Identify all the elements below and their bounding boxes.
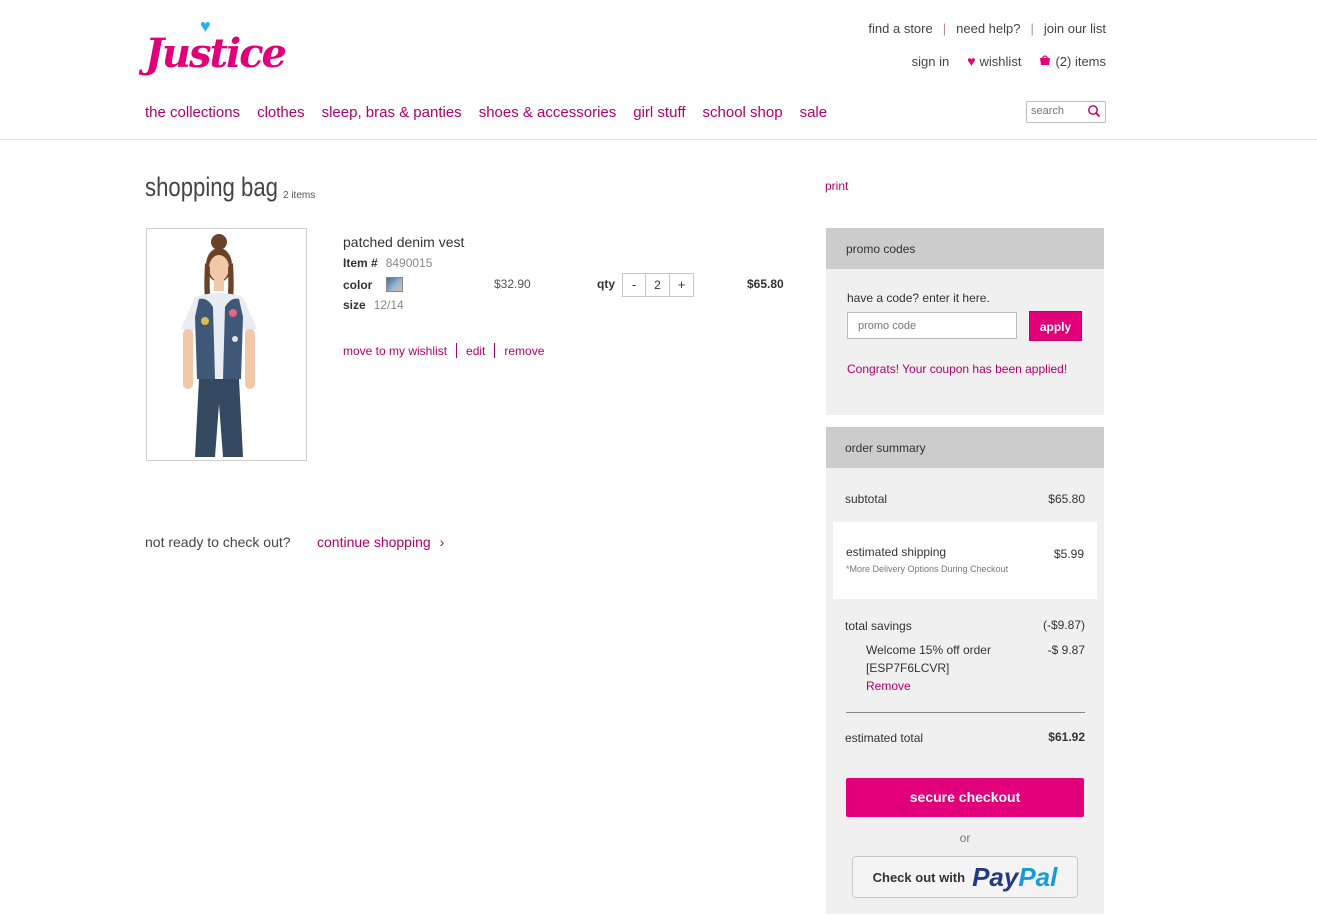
- qty-increase-button[interactable]: +: [670, 274, 693, 296]
- find-store-link[interactable]: find a store: [868, 21, 932, 36]
- need-help-link[interactable]: need help?: [956, 21, 1020, 36]
- separator: [494, 343, 496, 358]
- size-label: size: [343, 298, 366, 312]
- nav-item-school-shop[interactable]: school shop: [703, 104, 783, 121]
- qty-value[interactable]: 2: [646, 274, 670, 296]
- promo-code-input[interactable]: [847, 312, 1017, 339]
- shipping-value: $5.99: [1053, 547, 1084, 561]
- page-title: shopping bag: [145, 172, 278, 202]
- unit-price: $32.90: [494, 277, 531, 291]
- product-name[interactable]: patched denim vest: [343, 234, 464, 250]
- search-box: [1026, 101, 1106, 123]
- promo-panel: promo codes have a code? enter it here. …: [826, 228, 1104, 415]
- item-number-value: 8490015: [385, 256, 433, 270]
- discount-remove-link[interactable]: Remove: [866, 679, 911, 693]
- or-divider: or: [959, 831, 971, 845]
- apply-button[interactable]: apply: [1029, 311, 1082, 341]
- shipping-box: estimated shipping $5.99 *More Delivery …: [833, 522, 1097, 599]
- item-size: size 12/14: [343, 298, 404, 312]
- account-links: sign in ♥ wishlist (2) items: [912, 53, 1106, 69]
- color-swatch: [386, 277, 404, 292]
- continue-shopping-link[interactable]: continue shopping ›: [317, 534, 444, 550]
- size-value: 12/14: [373, 298, 404, 312]
- remove-link[interactable]: remove: [504, 344, 544, 358]
- nav-item-sleep[interactable]: sleep, bras & panties: [322, 104, 462, 121]
- shipping-label: estimated shipping: [846, 545, 947, 559]
- join-list-link[interactable]: join our list: [1044, 21, 1106, 36]
- paypal-lead-text: Check out with: [872, 869, 966, 885]
- shipping-note: *More Delivery Options During Checkout: [846, 564, 1009, 574]
- summary-header: order summary: [826, 427, 1104, 468]
- subtotal-value: $65.80: [1048, 492, 1085, 506]
- nav-item-sale[interactable]: sale: [800, 104, 828, 121]
- print-link[interactable]: print: [825, 179, 848, 193]
- product-image[interactable]: [146, 228, 307, 461]
- savings-label: total savings: [845, 619, 912, 633]
- savings-value: (-$9.87): [1042, 618, 1085, 632]
- paypal-logo-pal: Pal: [1018, 861, 1058, 892]
- separator: [456, 343, 458, 358]
- separator: |: [1030, 21, 1034, 36]
- paypal-logo-pay: Pay: [972, 861, 1019, 892]
- sign-in-link[interactable]: sign in: [912, 54, 950, 69]
- item-actions: move to my wishlist edit remove: [343, 343, 544, 358]
- line-total: $65.80: [747, 277, 784, 291]
- qty-label: qty: [597, 277, 615, 291]
- header-divider: [0, 139, 1317, 140]
- utility-links: find a store | need help? | join our lis…: [868, 21, 1106, 36]
- move-to-wishlist-link[interactable]: move to my wishlist: [343, 344, 447, 358]
- wishlist-link[interactable]: wishlist: [980, 54, 1022, 69]
- justice-logo[interactable]: ♥ Justice: [145, 16, 287, 80]
- not-ready-text: not ready to check out?: [145, 534, 291, 550]
- qty-decrease-button[interactable]: -: [623, 274, 646, 296]
- promo-header-label: promo codes: [846, 242, 916, 256]
- logo-wordmark: Justice: [145, 30, 287, 77]
- search-input[interactable]: [1031, 105, 1087, 117]
- subtotal-label: subtotal: [845, 492, 888, 506]
- total-label: estimated total: [845, 731, 924, 745]
- summary-header-label: order summary: [845, 441, 926, 455]
- discount-value: -$ 9.87: [1047, 643, 1085, 657]
- total-value: $61.92: [1048, 730, 1085, 744]
- bag-item-count: 2 items: [283, 190, 316, 201]
- summary-divider: [846, 712, 1085, 713]
- secure-checkout-button[interactable]: secure checkout: [846, 778, 1084, 817]
- discount-label: Welcome 15% off order: [866, 643, 991, 657]
- promo-header: promo codes: [826, 228, 1104, 269]
- item-color: color: [343, 277, 404, 292]
- shopping-bag-icon: [1039, 54, 1051, 68]
- order-summary-panel: order summary subtotal $65.80 estimated …: [826, 427, 1104, 914]
- bag-count-link[interactable]: (2) items: [1055, 54, 1106, 69]
- nav-item-clothes[interactable]: clothes: [257, 104, 305, 121]
- discount-code: [ESP7F6LCVR]: [866, 661, 950, 675]
- chevron-right-icon: ›: [439, 534, 445, 550]
- edit-link[interactable]: edit: [466, 344, 485, 358]
- color-label: color: [343, 277, 373, 292]
- promo-prompt: have a code? enter it here.: [847, 291, 990, 305]
- promo-success-message: Congrats! Your coupon has been applied!: [847, 362, 1068, 376]
- nav-item-collections[interactable]: the collections: [145, 104, 240, 121]
- main-nav: the collections clothes sleep, bras & pa…: [145, 104, 827, 121]
- heart-icon: ♥: [967, 53, 976, 69]
- quantity-stepper: - 2 +: [622, 273, 694, 297]
- nav-item-girl-stuff[interactable]: girl stuff: [633, 104, 685, 121]
- separator: |: [942, 21, 947, 36]
- search-icon[interactable]: [1087, 104, 1101, 118]
- paypal-checkout-button[interactable]: Check out with Pay Pal: [852, 856, 1078, 898]
- nav-item-shoes[interactable]: shoes & accessories: [479, 104, 617, 121]
- item-number-label: Item #: [343, 256, 378, 270]
- continue-shopping-label: continue shopping: [317, 534, 431, 550]
- item-number: Item # 8490015: [343, 256, 432, 270]
